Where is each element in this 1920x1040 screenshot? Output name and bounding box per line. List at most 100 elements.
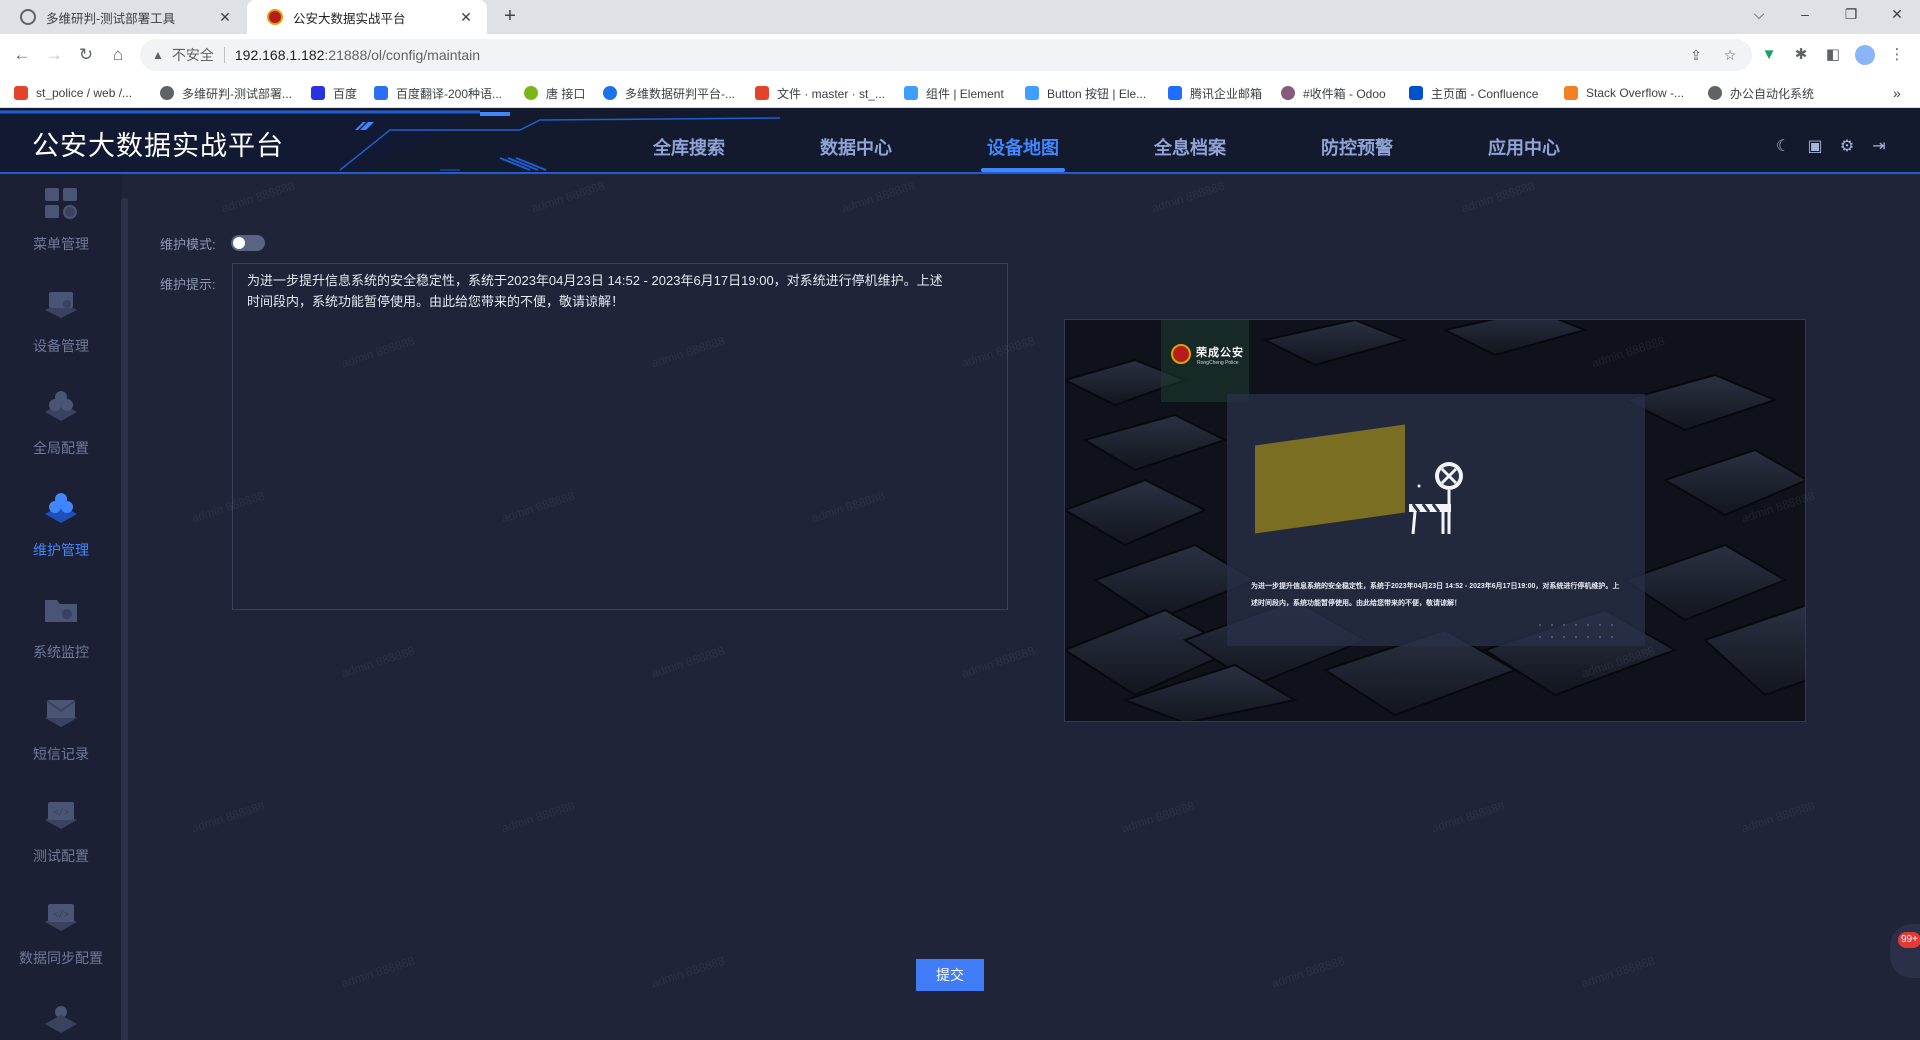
- test-config-icon: </>: [45, 802, 77, 829]
- bookmark-label: 腾讯企业邮箱: [1190, 86, 1263, 101]
- bookmarks-bar: st_police / web /... 多维研判-测试部署... 百度 百度翻…: [0, 76, 1920, 108]
- share-icon[interactable]: ⇪: [1687, 46, 1705, 64]
- bookmark-item[interactable]: 腾讯企业邮箱: [1168, 84, 1262, 102]
- warning-icon: ▲: [152, 48, 164, 62]
- police-emblem-icon: [1171, 344, 1191, 364]
- sidebar-item-sms-record[interactable]: 短信记录: [0, 690, 122, 786]
- stackoverflow-icon: [1564, 86, 1578, 100]
- omnibox-divider: [223, 47, 225, 63]
- app-header: 公安大数据实战平台 全库搜索 数据中心 设备地图 全息档案 防控预警 应用中心 …: [0, 108, 1920, 174]
- sidebar-item-menu-manage[interactable]: 菜单管理: [0, 180, 122, 276]
- profile-avatar-icon[interactable]: [1853, 43, 1877, 67]
- close-window-button[interactable]: ✕: [1874, 0, 1920, 30]
- extensions-puzzle-icon[interactable]: ✱: [1789, 43, 1813, 67]
- bookmark-item[interactable]: 主页面 - Confluence: [1409, 84, 1538, 102]
- new-tab-button[interactable]: +: [498, 5, 522, 29]
- sidebar-item-test-config[interactable]: </> 测试配置: [0, 792, 122, 888]
- sidebar-item-system-monitor[interactable]: 系统监控: [0, 588, 122, 684]
- reload-icon[interactable]: ↻: [74, 43, 98, 67]
- tab-close-icon[interactable]: ✕: [457, 9, 475, 26]
- maintenance-mode-switch[interactable]: [231, 235, 265, 251]
- sidebar-item-device-manage[interactable]: 设备管理: [0, 282, 122, 378]
- bookmark-label: 百度翻译-200种语...: [396, 86, 503, 101]
- security-label: 不安全: [171, 47, 214, 63]
- bookmark-item[interactable]: 百度: [311, 84, 357, 102]
- bookmark-item[interactable]: 组件 | Element: [904, 84, 1004, 102]
- sidebar-item-data-sync[interactable]: </> 数据同步配置: [0, 894, 122, 990]
- bookmark-item[interactable]: 百度翻译-200种语...: [374, 84, 502, 102]
- sidebar-item-label: 系统监控: [33, 644, 89, 660]
- bookmark-item[interactable]: Button 按钮 | Ele...: [1025, 84, 1146, 102]
- maintenance-notice-textarea[interactable]: 为进一步提升信息系统的安全稳定性，系统于2023年04月23日 14:52 - …: [232, 263, 1008, 610]
- floating-assistant-button[interactable]: 99+: [1890, 924, 1920, 978]
- element-icon: [904, 86, 918, 100]
- bookmark-item[interactable]: st_police / web /...: [14, 84, 132, 102]
- gitlab-icon: [755, 86, 769, 100]
- bookmarks-overflow-button[interactable]: »: [1893, 84, 1901, 102]
- sms-record-icon: [45, 700, 77, 727]
- odoo-icon: [1281, 86, 1295, 100]
- dark-mode-moon-icon[interactable]: ☾: [1774, 138, 1792, 156]
- tab-close-icon[interactable]: ✕: [216, 9, 234, 26]
- tab-search-icon[interactable]: ⌵: [1736, 0, 1782, 30]
- browser-tab-deploy-tool[interactable]: 多维研判-测试部署工具 ✕: [0, 0, 246, 34]
- topnav-device-map[interactable]: 设备地图: [968, 134, 1078, 160]
- topnav-prevention-warning[interactable]: 防控预警: [1302, 134, 1412, 160]
- bookmark-item[interactable]: 多维数据研判平台-...: [603, 84, 735, 102]
- bookmark-item[interactable]: Stack Overflow -...: [1564, 84, 1684, 102]
- bookmark-item[interactable]: #收件箱 - Odoo: [1281, 84, 1386, 102]
- settings-gear-icon[interactable]: ⚙: [1838, 138, 1856, 156]
- sidebar-item-label: 数据同步配置: [19, 950, 103, 966]
- bookmark-item[interactable]: 办公自动化系统: [1708, 84, 1814, 102]
- restore-button[interactable]: ❐: [1828, 0, 1874, 30]
- notification-count-badge: 99+: [1898, 932, 1920, 948]
- maintenance-notice-label: 维护提示:: [160, 277, 216, 292]
- bookmark-item[interactable]: 文件 · master · st_...: [755, 84, 885, 102]
- topnav-app-center[interactable]: 应用中心: [1469, 134, 1579, 160]
- clipboard-icon[interactable]: ▣: [1806, 138, 1824, 156]
- browser-menu-icon[interactable]: ⋮: [1885, 43, 1909, 67]
- baidu-icon: [311, 86, 325, 100]
- home-icon[interactable]: ⌂: [106, 43, 130, 67]
- switch-knob: [233, 237, 245, 249]
- preview-notice-text: 为进一步提升信息系统的安全稳定性，系统于2023年04月23日 14:52 - …: [1251, 583, 1620, 607]
- tencent-mail-icon: [1168, 86, 1182, 100]
- minimize-button[interactable]: –: [1782, 0, 1828, 30]
- sidebar-item-more[interactable]: [0, 996, 122, 1040]
- browser-tab-police-platform[interactable]: 公安大数据实战平台 ✕: [247, 0, 487, 34]
- submit-button[interactable]: 提交: [916, 959, 984, 991]
- sidebar-item-label: 维护管理: [33, 542, 89, 558]
- sidebar: 菜单管理 设备管理 全局配置 维护管理 系统监控 短信记录 </> 测试配置 <…: [0, 174, 122, 1040]
- sidebar-item-global-config[interactable]: 全局配置: [0, 384, 122, 480]
- bookmark-item[interactable]: 多维研判-测试部署...: [160, 84, 292, 102]
- sidebar-item-label: 测试配置: [33, 848, 89, 864]
- tab-title: 公安大数据实战平台: [293, 11, 406, 26]
- menu-manage-icon: [45, 188, 77, 219]
- bookmark-label: st_police / web /...: [36, 86, 133, 100]
- sidebar-item-label: 全局配置: [33, 440, 89, 456]
- logout-icon[interactable]: ⇥: [1870, 138, 1888, 156]
- system-monitor-icon: [45, 600, 77, 622]
- bookmark-star-icon[interactable]: ☆: [1721, 46, 1739, 64]
- sidebar-scrollbar[interactable]: [121, 198, 128, 1040]
- address-bar[interactable]: ▲ 不安全 192.168.1.182:21888/ol/config/main…: [140, 39, 1752, 71]
- maintenance-notice-text: 为进一步提升信息系统的安全稳定性，系统于2023年04月23日 14:52 - …: [247, 273, 943, 309]
- topnav-holographic-archive[interactable]: 全息档案: [1135, 134, 1245, 160]
- topnav-full-search[interactable]: 全库搜索: [634, 134, 744, 160]
- element-icon: [1025, 86, 1039, 100]
- api-icon: [524, 86, 538, 100]
- bookmark-item[interactable]: 唐 接口: [524, 84, 585, 102]
- back-icon[interactable]: ←: [10, 43, 34, 67]
- browser-tab-strip: 多维研判-测试部署工具 ✕ 公安大数据实战平台 ✕ + ⌵ – ❐ ✕: [0, 0, 1920, 34]
- forward-icon[interactable]: →: [42, 43, 66, 67]
- topnav-active-indicator: [981, 168, 1065, 172]
- side-panel-icon[interactable]: ◧: [1821, 43, 1845, 67]
- topnav-data-center[interactable]: 数据中心: [801, 134, 911, 160]
- bookmark-label: 主页面 - Confluence: [1431, 86, 1539, 101]
- sidebar-item-maintenance[interactable]: 维护管理: [0, 486, 122, 582]
- vue-devtools-extension-icon[interactable]: ▼: [1757, 43, 1781, 67]
- bookmark-label: 办公自动化系统: [1730, 86, 1815, 101]
- bookmark-label: 多维数据研判平台-...: [625, 86, 735, 101]
- app-brand-title: 公安大数据实战平台: [32, 131, 284, 161]
- police-badge-favicon-icon: [267, 9, 283, 25]
